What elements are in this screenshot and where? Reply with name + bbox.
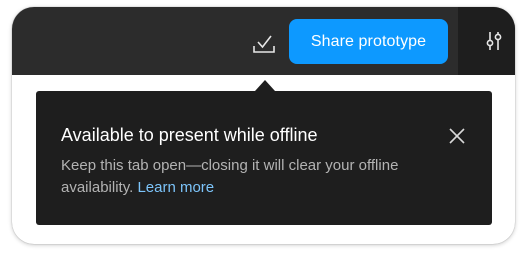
popover-body: Keep this tab open—closing it will clear… xyxy=(61,155,421,199)
learn-more-link[interactable]: Learn more xyxy=(137,179,214,196)
window-card: Share prototype Available to present whi… xyxy=(12,7,515,244)
download-check-icon xyxy=(253,35,275,53)
share-prototype-button[interactable]: Share prototype xyxy=(289,19,448,64)
sliders-icon xyxy=(486,32,502,50)
popover-caret xyxy=(255,80,275,91)
share-prototype-label: Share prototype xyxy=(310,32,427,50)
offline-popover: Available to present while offline Keep … xyxy=(36,91,492,225)
download-offline-button[interactable] xyxy=(250,29,278,57)
popover-close-button[interactable] xyxy=(446,125,468,147)
popover-title: Available to present while offline xyxy=(61,125,318,145)
prototype-settings-button[interactable] xyxy=(482,29,506,53)
toolbar: Share prototype xyxy=(12,7,515,75)
popover-body-text: Keep this tab open—closing it will clear… xyxy=(61,157,399,196)
close-icon xyxy=(449,128,465,144)
